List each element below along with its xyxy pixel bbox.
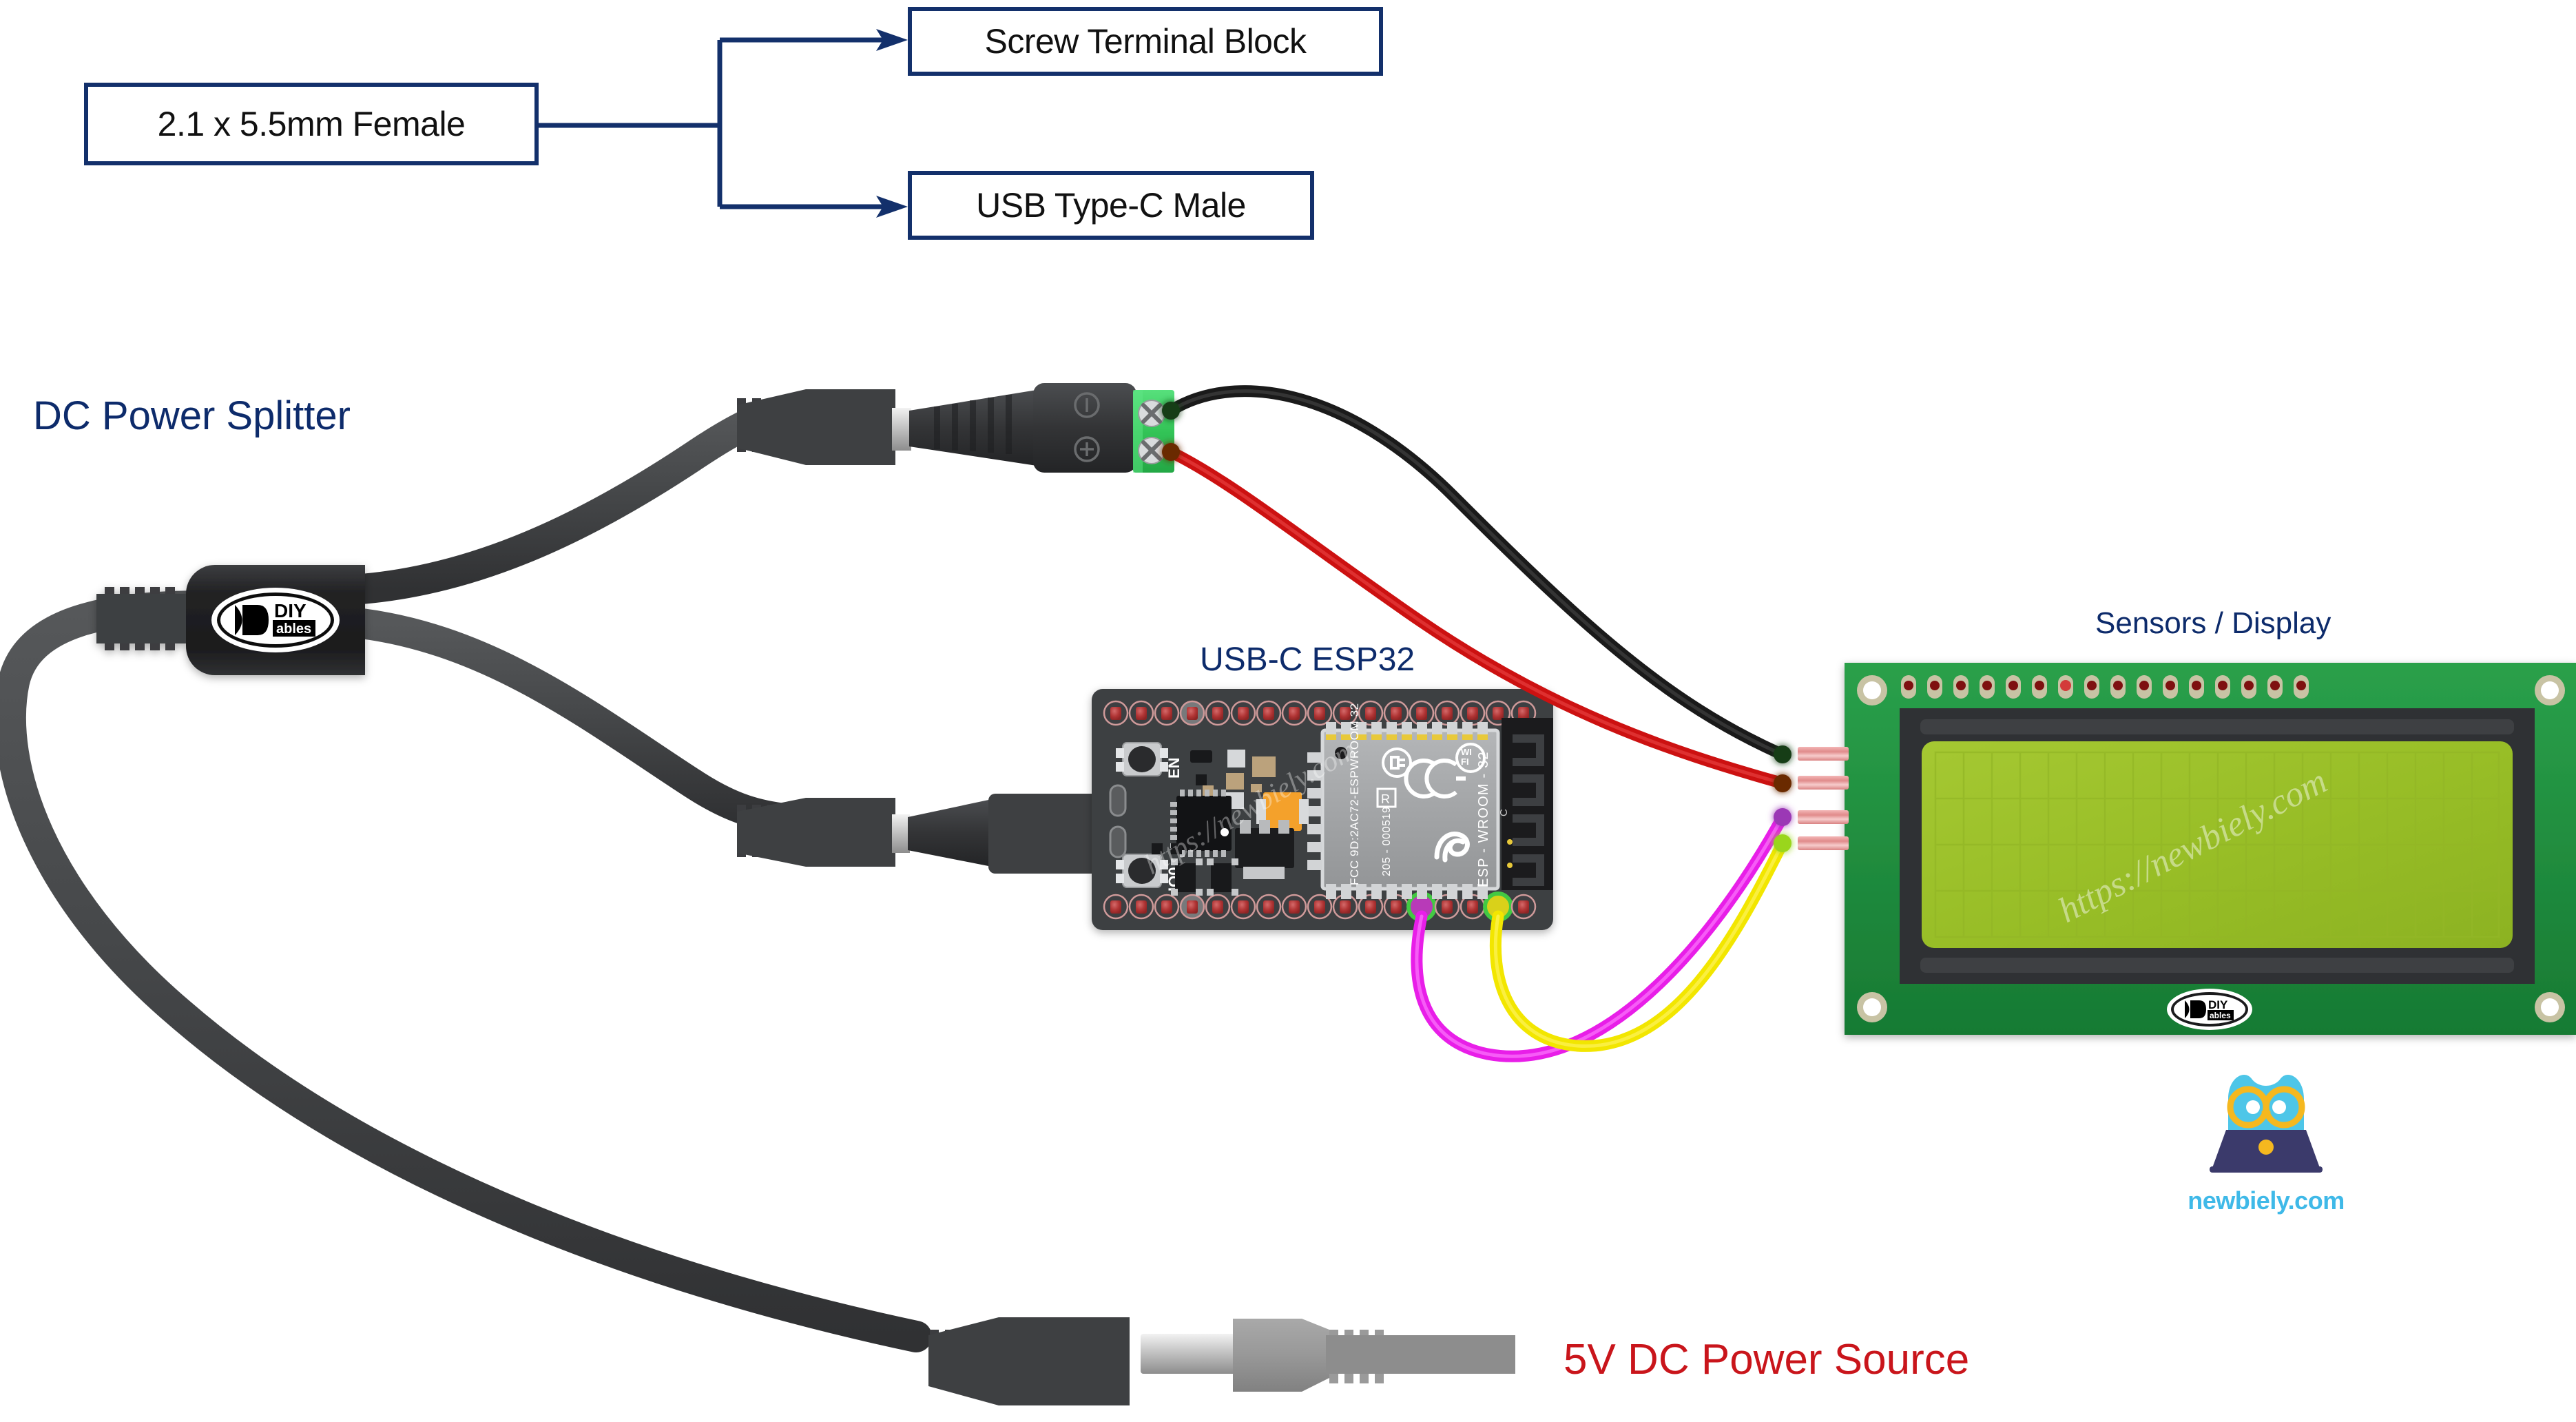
dc-power-splitter-body: DIY ables bbox=[96, 565, 365, 675]
esp32-top-header-pads bbox=[1103, 700, 1537, 726]
svg-text:ables: ables bbox=[2210, 1011, 2231, 1020]
flow-box-screw-terminal: Screw Terminal Block bbox=[908, 7, 1383, 76]
esp-wroom-32-module: FCC 9D:2AC72-ESPWROOM 32 205 - 000519 R … bbox=[1307, 703, 1500, 899]
label-dc-power-splitter: DC Power Splitter bbox=[33, 393, 351, 438]
svg-text:ables: ables bbox=[276, 621, 311, 637]
input-power-cable bbox=[0, 590, 932, 1352]
diyables-logo-splitter: DIY ables bbox=[211, 588, 340, 652]
svg-text:DIY: DIY bbox=[2208, 998, 2228, 1011]
newbiely-brand-logo: newbiely.com bbox=[2163, 1064, 2369, 1215]
power-source-connector bbox=[928, 1317, 1515, 1405]
lcd-connector-pins bbox=[1798, 747, 1849, 850]
flow-box-usbc-label: USB Type-C Male bbox=[976, 186, 1246, 225]
screw-terminal-assembly bbox=[737, 383, 1174, 473]
svg-text:205 - 000519: 205 - 000519 bbox=[1381, 806, 1393, 876]
label-power-source: 5V DC Power Source bbox=[1564, 1336, 1970, 1383]
svg-text:ESP - WROOM - 32: ESP - WROOM - 32 bbox=[1476, 751, 1491, 887]
esp32-board: FCC 9D:2AC72-ESPWROOM 32 205 - 000519 R … bbox=[1092, 689, 1553, 930]
flow-box-usbc: USB Type-C Male bbox=[908, 171, 1314, 240]
owl-icon bbox=[2210, 1074, 2323, 1173]
flow-connectors bbox=[537, 37, 895, 209]
svg-text:C: C bbox=[1498, 809, 1510, 816]
lcd-display-module: https://newbiely.com DIY ables bbox=[1798, 663, 2576, 1035]
svg-text:EN: EN bbox=[1165, 757, 1183, 779]
svg-text:WI: WI bbox=[1461, 747, 1472, 757]
branch-cable-usbc bbox=[346, 608, 814, 835]
flow-arrowheads bbox=[876, 29, 908, 218]
flow-box-source: 2.1 x 5.5mm Female bbox=[84, 83, 539, 165]
flow-box-source-label: 2.1 x 5.5mm Female bbox=[157, 105, 466, 143]
svg-text:DIY: DIY bbox=[274, 600, 307, 621]
flow-box-screw-terminal-label: Screw Terminal Block bbox=[984, 22, 1307, 61]
wiring-diagram-canvas: DIY ables FCC 9D:2AC72-ESPWROOM 32 205 -… bbox=[0, 0, 2576, 1422]
newbiely-logo-text: newbiely.com bbox=[2188, 1186, 2345, 1215]
svg-text:FI: FI bbox=[1461, 756, 1469, 767]
svg-text:FCC 9D:2AC72-ESPWROOM 32: FCC 9D:2AC72-ESPWROOM 32 bbox=[1348, 703, 1361, 885]
label-sensors-display: Sensors / Display bbox=[2095, 606, 2331, 640]
svg-text:R: R bbox=[1381, 792, 1390, 806]
label-usbc-esp32: USB-C ESP32 bbox=[1200, 641, 1415, 678]
diyables-logo-lcd: DIY ables bbox=[2167, 989, 2252, 1030]
branch-cable-screw-terminal bbox=[346, 393, 814, 604]
